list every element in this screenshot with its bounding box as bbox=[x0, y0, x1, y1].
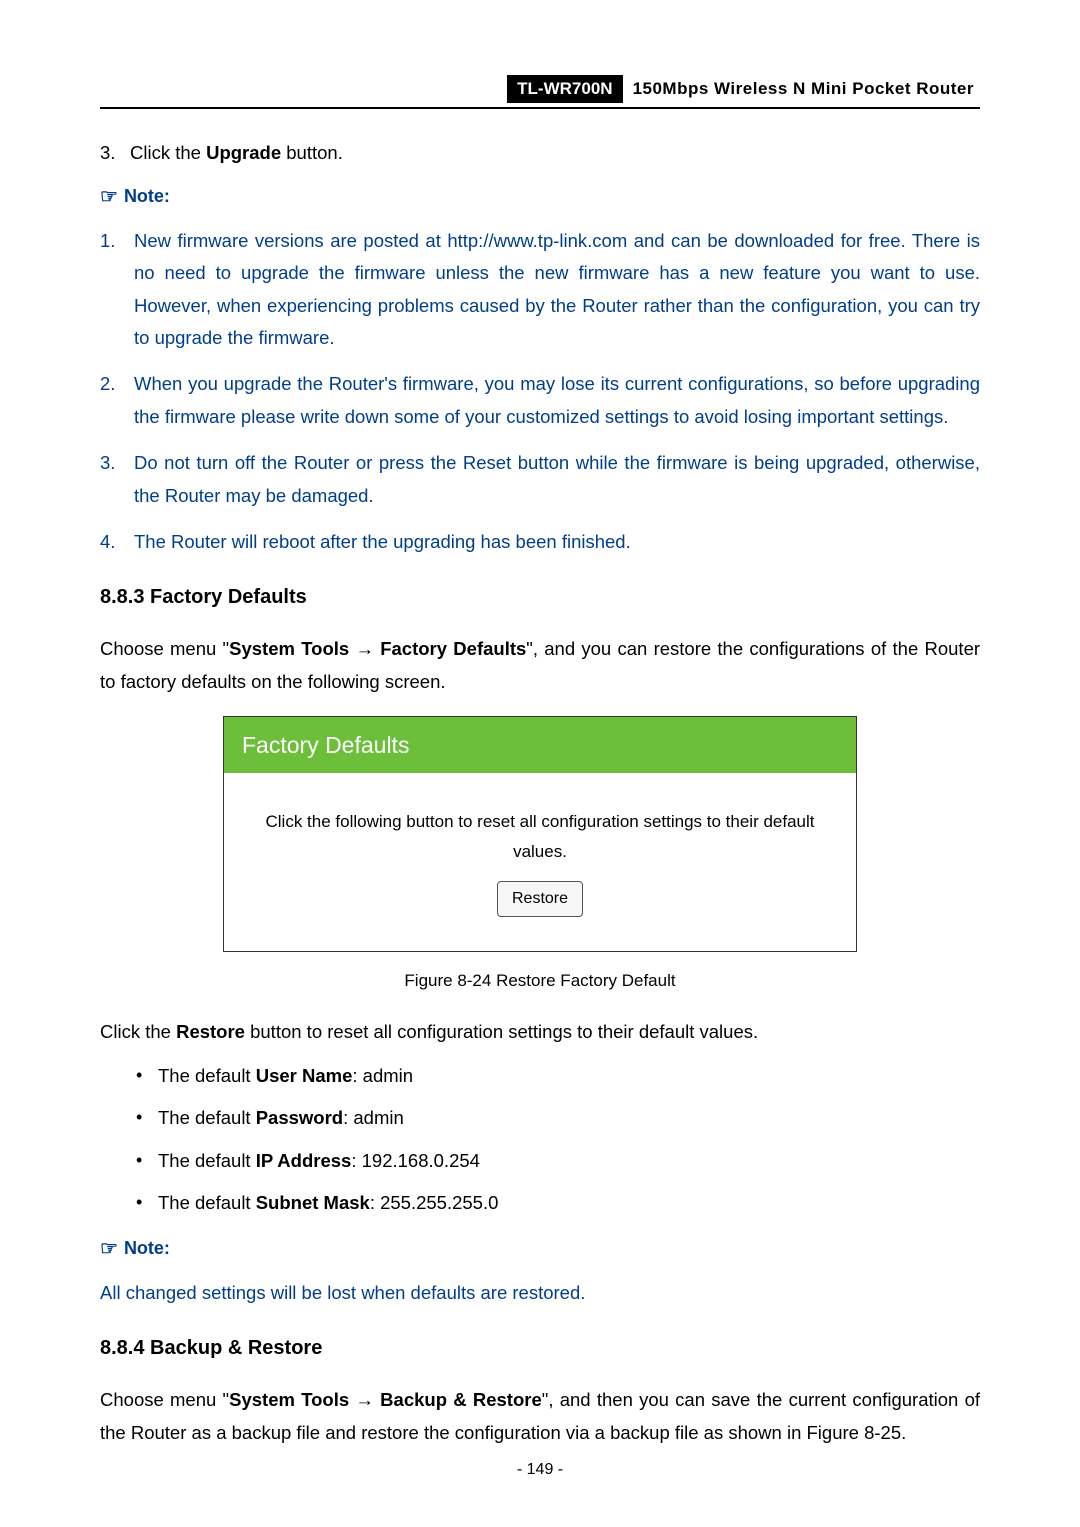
list-item: The default IP Address: 192.168.0.254 bbox=[158, 1145, 980, 1177]
panel-body: Click the following button to reset all … bbox=[224, 773, 856, 951]
note-item: 2.When you upgrade the Router's firmware… bbox=[100, 368, 980, 433]
page-header: TL-WR700N 150Mbps Wireless N Mini Pocket… bbox=[100, 75, 980, 103]
note-heading-2: ☞ Note: bbox=[100, 1233, 980, 1265]
pointing-hand-icon: ☞ bbox=[100, 1239, 118, 1259]
note-list-1: 1.New firmware versions are posted at ht… bbox=[100, 225, 980, 558]
defaults-list: The default User Name: admin The default… bbox=[100, 1060, 980, 1220]
page-number: - 149 - bbox=[0, 1461, 1080, 1479]
document-page: TL-WR700N 150Mbps Wireless N Mini Pocket… bbox=[0, 0, 1080, 1527]
heading-8-8-3: 8.8.3 Factory Defaults bbox=[100, 580, 980, 615]
body: 3. Click the Upgrade button. ☞ Note: 1.N… bbox=[100, 137, 980, 1449]
model-badge: TL-WR700N bbox=[507, 75, 622, 103]
note-heading-1: ☞ Note: bbox=[100, 181, 980, 213]
header-rule bbox=[100, 107, 980, 109]
list-item: The default User Name: admin bbox=[158, 1060, 980, 1092]
note-item: 1.New firmware versions are posted at ht… bbox=[100, 225, 980, 355]
list-item: The default Password: admin bbox=[158, 1102, 980, 1134]
note-item: 3.Do not turn off the Router or press th… bbox=[100, 447, 980, 512]
note-item: 4.The Router will reboot after the upgra… bbox=[100, 526, 980, 558]
heading-8-8-4: 8.8.4 Backup & Restore bbox=[100, 1331, 980, 1366]
panel-title: Factory Defaults bbox=[224, 717, 856, 773]
restore-paragraph: Click the Restore button to reset all co… bbox=[100, 1016, 980, 1048]
pointing-hand-icon: ☞ bbox=[100, 187, 118, 207]
note-2-text: All changed settings will be lost when d… bbox=[100, 1277, 980, 1309]
product-title: 150Mbps Wireless N Mini Pocket Router bbox=[623, 75, 980, 103]
step-3-number: 3. bbox=[100, 137, 130, 169]
factory-defaults-panel: Factory Defaults Click the following but… bbox=[223, 716, 857, 952]
figure-8-24: Factory Defaults Click the following but… bbox=[100, 716, 980, 952]
figure-caption: Figure 8-24 Restore Factory Default bbox=[100, 966, 980, 996]
list-item: The default Subnet Mask: 255.255.255.0 bbox=[158, 1187, 980, 1219]
restore-button[interactable]: Restore bbox=[497, 881, 583, 917]
note-label: Note: bbox=[124, 1233, 170, 1265]
step-3: 3. Click the Upgrade button. bbox=[100, 137, 980, 169]
section-8-8-3-intro: Choose menu "System Tools → Factory Defa… bbox=[100, 633, 980, 698]
note-label: Note: bbox=[124, 181, 170, 213]
section-8-8-4-intro: Choose menu "System Tools → Backup & Res… bbox=[100, 1384, 980, 1449]
step-3-text: Click the Upgrade button. bbox=[130, 137, 343, 169]
panel-instruction: Click the following button to reset all … bbox=[254, 807, 826, 867]
